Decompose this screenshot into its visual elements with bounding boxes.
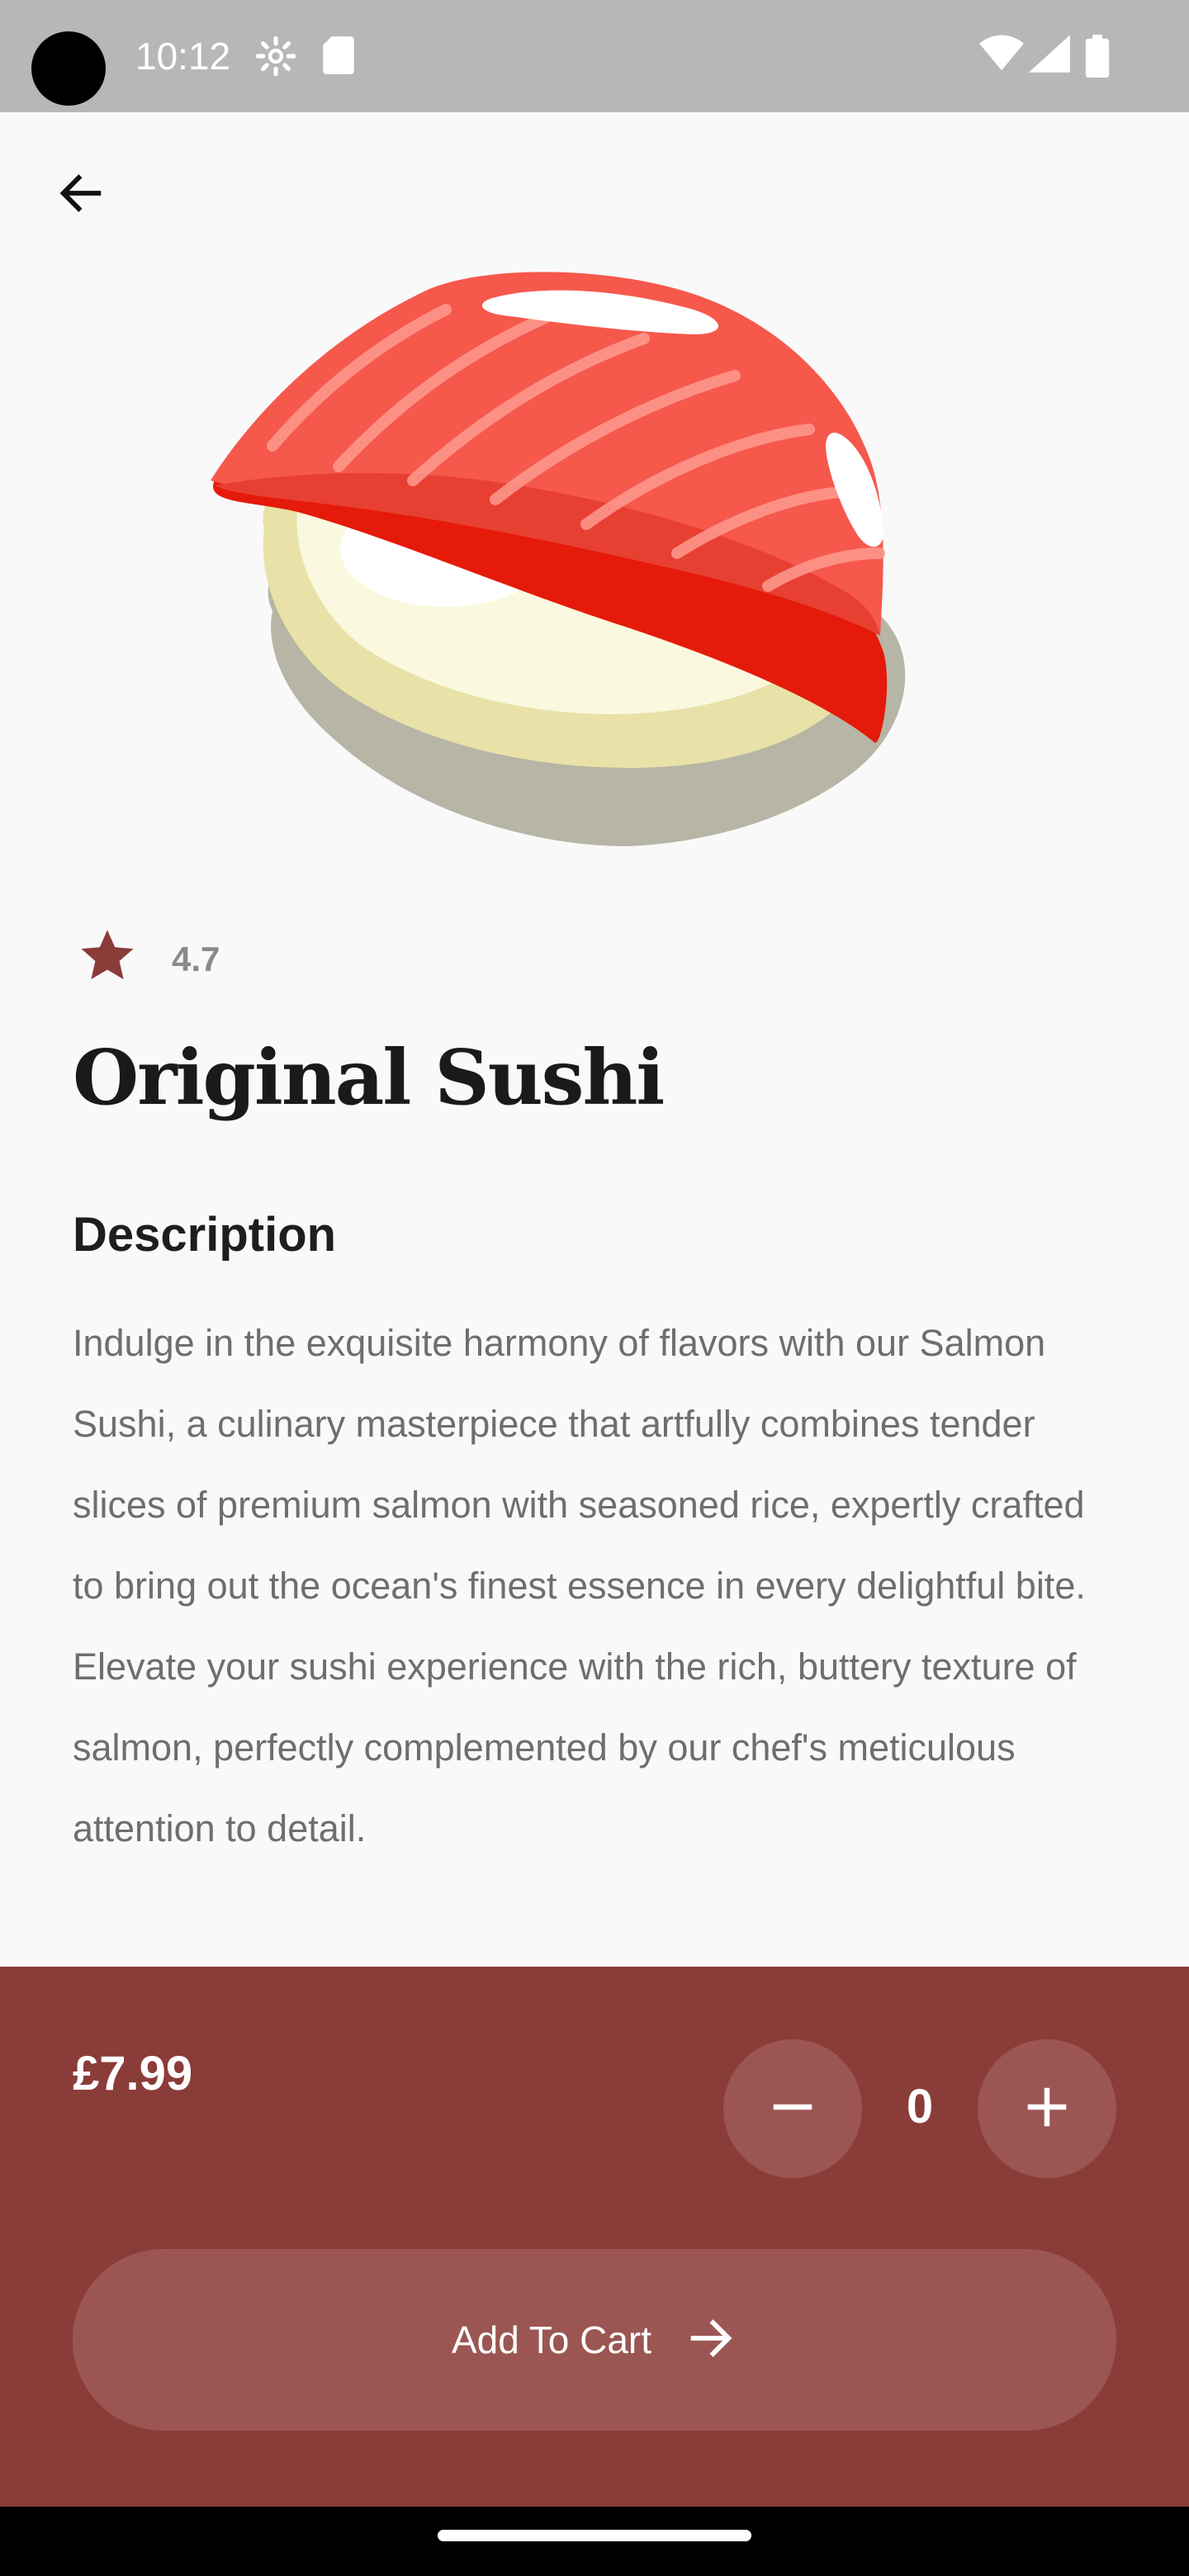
arrow-right-icon <box>685 2312 737 2369</box>
sd-card-icon <box>320 35 357 80</box>
quantity-value: 0 <box>906 2080 934 2133</box>
star-icon <box>76 925 139 987</box>
decrement-quantity-button[interactable] <box>723 2039 862 2178</box>
battery-icon <box>1085 35 1110 82</box>
status-bar: 10:12 <box>0 0 1189 112</box>
description-heading: Description <box>73 1208 337 1262</box>
camera-cutout <box>31 31 106 106</box>
increment-quantity-button[interactable] <box>978 2039 1116 2178</box>
product-title: Original Sushi <box>73 1033 665 1122</box>
rating-value: 4.7 <box>172 940 220 978</box>
arrow-left-icon <box>54 167 107 224</box>
plus-icon <box>1022 2082 1072 2136</box>
minus-icon <box>768 2082 817 2136</box>
system-nav-bar <box>0 2507 1189 2576</box>
home-gesture-handle[interactable] <box>438 2530 751 2541</box>
gear-icon <box>254 35 297 82</box>
product-image <box>198 264 1007 859</box>
price: £7.99 <box>73 2047 193 2100</box>
add-to-cart-label: Add To Cart <box>451 2318 652 2361</box>
product-detail-screen: 10:12 4.7 Original Sushi Description Ind… <box>0 0 1189 2576</box>
wifi-icon <box>979 35 1024 77</box>
checkout-panel: £7.99 0 Add To Cart <box>0 1967 1189 2507</box>
description-text: Indulge in the exquisite harmony of flav… <box>73 1322 1086 1849</box>
back-button[interactable] <box>41 155 121 234</box>
signal-icon <box>1029 35 1070 77</box>
status-time: 10:12 <box>135 35 231 78</box>
add-to-cart-button[interactable]: Add To Cart <box>73 2249 1116 2431</box>
